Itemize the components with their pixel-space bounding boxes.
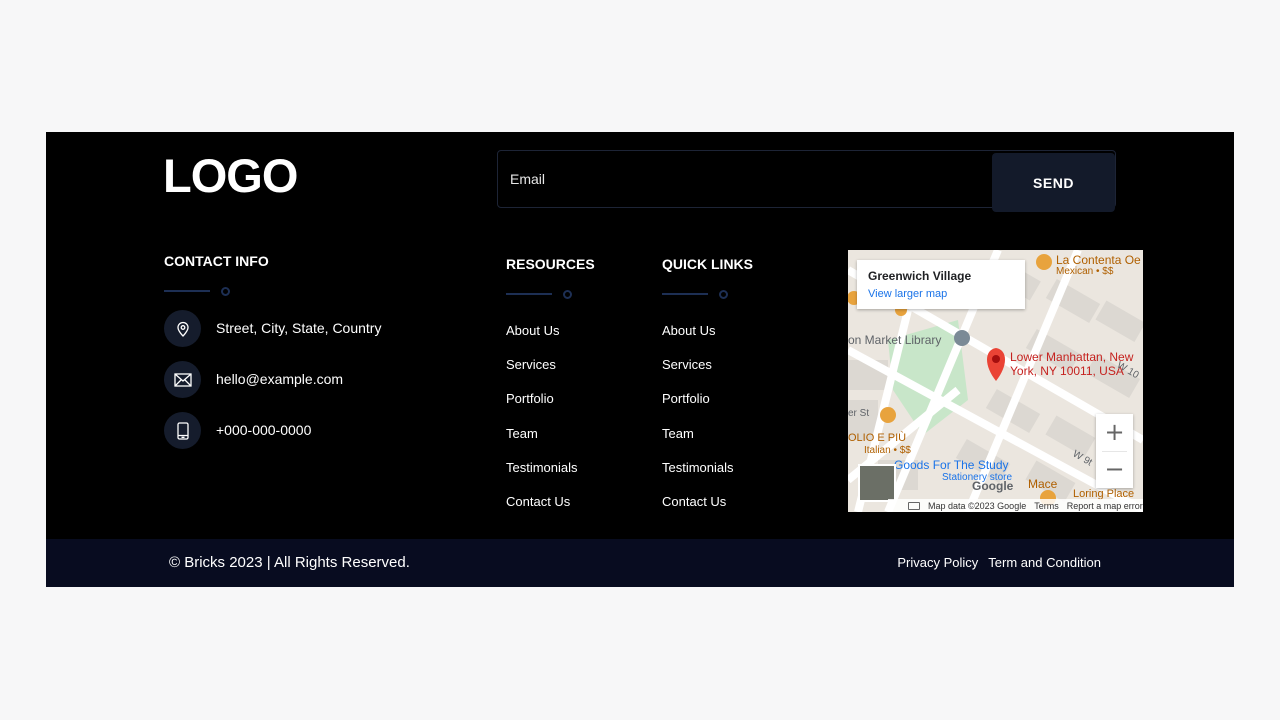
list-item: Testimonials [662, 459, 734, 493]
map-data-text: Map data ©2023 Google [928, 500, 1027, 511]
quick-link-contact[interactable]: Contact Us [662, 494, 726, 509]
list-item: Portfolio [506, 390, 578, 424]
contact-phone[interactable]: +000-000-0000 [164, 412, 464, 449]
list-item: Portfolio [662, 390, 734, 424]
map-poi-contenta[interactable]: La Contenta Oe [1056, 253, 1141, 267]
list-item: About Us [506, 322, 578, 356]
list-item: Contact Us [506, 493, 578, 527]
map-pin-label-1: Lower Manhattan, New [1010, 350, 1134, 364]
map-poi-library[interactable]: on Market Library [848, 333, 941, 347]
send-button[interactable]: SEND [992, 153, 1115, 212]
google-map-logo: Google [972, 479, 1014, 493]
envelope-icon [164, 361, 201, 398]
list-item: Contact Us [662, 493, 734, 527]
contact-email[interactable]: hello@example.com [164, 361, 464, 398]
quick-link-services[interactable]: Services [662, 357, 712, 372]
quick-links-divider [662, 290, 732, 299]
quick-link-team[interactable]: Team [662, 426, 694, 441]
resources-divider [506, 290, 576, 299]
resources-link-portfolio[interactable]: Portfolio [506, 391, 554, 406]
satellite-toggle[interactable] [858, 464, 896, 502]
resources-link-team[interactable]: Team [506, 426, 538, 441]
map-pin-label-2: York, NY 10011, USA [1010, 364, 1124, 378]
resources-link-testimonials[interactable]: Testimonials [506, 460, 578, 475]
map-poi-goods[interactable]: Goods For The Study [894, 458, 1009, 472]
legal-links: Privacy Policy Term and Condition [897, 555, 1101, 570]
privacy-policy-link[interactable]: Privacy Policy [897, 555, 978, 570]
resources-link-services[interactable]: Services [506, 357, 556, 372]
newsletter-form: SEND [497, 150, 1116, 212]
terms-link[interactable]: Term and Condition [988, 555, 1101, 570]
footer: LOGO SEND CONTACT INFO Street, City, Sta… [46, 132, 1234, 587]
contact-address: Street, City, State, Country [164, 310, 464, 347]
map-street-er: er St [848, 408, 870, 419]
copyright-text: © Bricks 2023 | All Rights Reserved. [169, 554, 410, 571]
map-zoom-controls: + − [1096, 414, 1133, 488]
map-terms-link[interactable]: Terms [1034, 501, 1059, 511]
email-input[interactable] [498, 151, 988, 207]
keyboard-icon[interactable] [908, 501, 920, 510]
resources-link-contact[interactable]: Contact Us [506, 494, 570, 509]
resources-title: RESOURCES [506, 256, 595, 272]
zoom-out-button[interactable]: − [1096, 451, 1133, 488]
map-pin-icon [164, 310, 201, 347]
map-place-name: Greenwich Village [868, 269, 972, 283]
contact-divider [164, 287, 234, 296]
contact-email-text[interactable]: hello@example.com [216, 371, 343, 387]
zoom-in-button[interactable]: + [1096, 414, 1133, 451]
list-item: About Us [662, 322, 734, 356]
logo[interactable]: LOGO [163, 148, 298, 204]
map-poi-mace[interactable]: Mace [1028, 477, 1057, 491]
contact-address-text: Street, City, State, Country [216, 320, 382, 336]
map-poi-olio-type: Italian • $$ [864, 445, 911, 456]
view-larger-map-link[interactable]: View larger map [868, 288, 947, 300]
quick-links-title: QUICK LINKS [662, 256, 753, 272]
resources-links: About Us Services Portfolio Team Testimo… [506, 322, 578, 527]
map-place-card: Greenwich Village View larger map [857, 260, 1025, 309]
bottom-bar: © Bricks 2023 | All Rights Reserved. Pri… [46, 539, 1234, 587]
map-report-link[interactable]: Report a map error [1067, 501, 1143, 511]
map-embed[interactable]: Greenwich Village View larger map Lower … [848, 250, 1143, 512]
phone-icon [164, 412, 201, 449]
quick-link-about[interactable]: About Us [662, 323, 715, 338]
map-attribution: Map data ©2023 Google Terms Report a map… [888, 499, 1143, 512]
map-poi-contenta-type: Mexican • $$ [1056, 266, 1114, 277]
quick-link-testimonials[interactable]: Testimonials [662, 460, 734, 475]
list-item: Team [662, 425, 734, 459]
list-item: Testimonials [506, 459, 578, 493]
list-item: Services [506, 356, 578, 390]
list-item: Services [662, 356, 734, 390]
quick-links: About Us Services Portfolio Team Testimo… [662, 322, 734, 527]
map-poi-olio[interactable]: OLIO E PIÙ [848, 432, 906, 444]
contact-info-title: CONTACT INFO [164, 253, 269, 269]
list-item: Team [506, 425, 578, 459]
contact-phone-text[interactable]: +000-000-0000 [216, 422, 311, 438]
resources-link-about[interactable]: About Us [506, 323, 559, 338]
quick-link-portfolio[interactable]: Portfolio [662, 391, 710, 406]
